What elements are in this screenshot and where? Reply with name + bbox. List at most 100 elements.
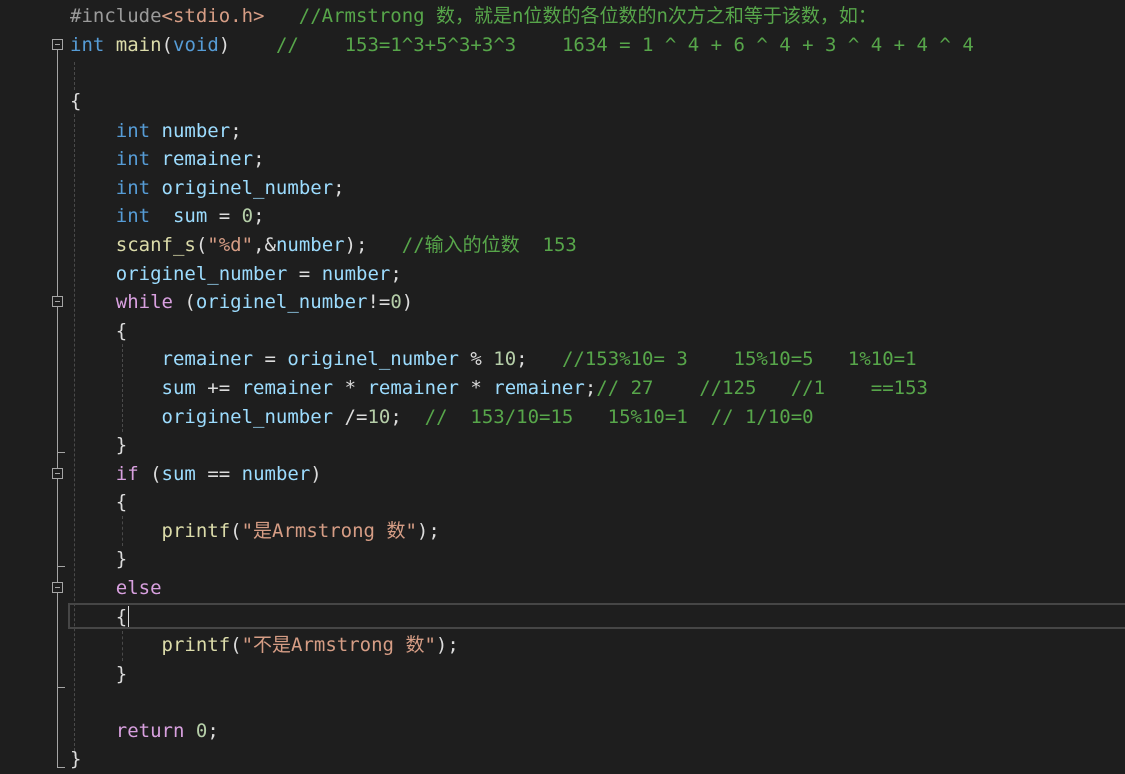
code-line[interactable]: remainer = originel_number % 10; //153%1…: [70, 345, 917, 373]
code-token: );: [344, 234, 402, 256]
code-token: (: [161, 34, 173, 56]
code-line[interactable]: sum += remainer * remainer * remainer;//…: [70, 374, 928, 402]
code-token: originel_number: [161, 406, 334, 428]
text-caret: [128, 606, 129, 627]
code-editor[interactable]: #include<stdio.h> //Armstrong 数，就是n位数的各位…: [0, 0, 1125, 774]
code-token: {: [70, 90, 82, 112]
code-token: //153%10= 3 15%10=5 1%10=1: [561, 348, 917, 370]
code-line[interactable]: }: [70, 545, 127, 573]
code-token: int: [115, 177, 151, 199]
code-token: ;: [516, 348, 562, 370]
code-token: remainer: [367, 377, 459, 399]
current-line-highlight: [68, 603, 1125, 629]
code-line[interactable]: originel_number = number;: [70, 260, 402, 288]
code-token: void: [173, 34, 219, 56]
code-token: int: [115, 205, 151, 227]
collapse-main-icon[interactable]: [52, 39, 63, 50]
fold-end-marker: [57, 452, 65, 453]
code-line[interactable]: {: [70, 317, 127, 345]
code-line[interactable]: originel_number /=10; // 153/10=15 15%10…: [70, 403, 814, 431]
code-line[interactable]: return 0;: [70, 717, 219, 745]
code-line[interactable]: }: [70, 431, 127, 459]
code-token: (: [195, 234, 208, 256]
fold-line-main: [57, 593, 58, 767]
code-token: // 153=1^3+5^3+3^3 1634 = 1 ^ 4 + 6 ^ 4 …: [230, 34, 974, 56]
code-line[interactable]: }: [70, 660, 127, 688]
collapse-else-icon[interactable]: [52, 582, 63, 593]
fold-end-marker: [57, 767, 65, 768]
code-line[interactable]: #include<stdio.h> //Armstrong 数，就是n位数的各位…: [70, 2, 877, 30]
code-token: ;: [253, 148, 265, 170]
code-token: =: [287, 263, 322, 285]
code-token: // 27 //125 //1 ==153: [596, 377, 928, 399]
code-token: remainer: [161, 348, 254, 370]
code-token: *: [458, 377, 494, 399]
code-token: "是Armstrong 数": [241, 520, 417, 542]
code-token: int: [115, 148, 151, 170]
code-token: /=: [333, 406, 368, 428]
code-line[interactable]: scanf_s("%d",&number); //输入的位数 153: [70, 231, 577, 259]
code-line[interactable]: int sum = 0;: [70, 202, 265, 230]
code-line[interactable]: int originel_number;: [70, 174, 345, 202]
code-token: (: [230, 634, 242, 656]
code-token: sum: [172, 205, 208, 227]
code-token: ): [401, 291, 414, 313]
code-token: ;: [390, 406, 425, 428]
code-token: {: [70, 320, 128, 342]
code-token: else: [115, 577, 162, 599]
code-token: (: [138, 463, 162, 485]
collapse-if-icon[interactable]: [52, 468, 63, 479]
code-line[interactable]: {: [70, 603, 127, 631]
code-line[interactable]: printf("不是Armstrong 数");: [70, 631, 459, 659]
code-line[interactable]: {: [70, 488, 127, 516]
fold-end-marker: [57, 566, 65, 567]
code-token: );: [435, 634, 459, 656]
code-line[interactable]: {: [70, 87, 81, 115]
code-token: ): [310, 463, 322, 485]
code-token: while: [115, 291, 173, 313]
code-token: printf: [161, 634, 231, 656]
code-token: ;: [584, 377, 597, 399]
code-token: ;: [207, 720, 219, 742]
code-token: remainer: [493, 377, 585, 399]
code-line[interactable]: while (originel_number!=0): [70, 288, 413, 316]
code-token: ;: [230, 120, 242, 142]
collapse-while-icon[interactable]: [52, 296, 63, 307]
code-token: remainer: [241, 377, 334, 399]
code-token: <stdio.h>: [161, 5, 265, 27]
code-line[interactable]: int remainer;: [70, 145, 265, 173]
code-token: //输入的位数 153: [401, 234, 577, 256]
code-token: originel_number: [287, 348, 459, 370]
code-line[interactable]: }: [70, 745, 81, 773]
code-token: }: [70, 663, 128, 685]
code-token: +=: [195, 377, 242, 399]
code-token: int: [115, 120, 151, 142]
code-token: originel_number: [161, 177, 334, 199]
code-token: }: [70, 434, 128, 456]
code-line[interactable]: else: [70, 574, 162, 602]
code-token: remainer: [161, 148, 254, 170]
code-token: {: [70, 491, 128, 513]
code-line[interactable]: if (sum == number): [70, 460, 322, 488]
code-line[interactable]: printf("是Armstrong 数");: [70, 517, 440, 545]
code-token: 10: [367, 406, 391, 428]
code-token: !=: [367, 291, 391, 313]
code-line[interactable]: int main(void) // 153=1^3+5^3+3^3 1634 =…: [70, 31, 974, 59]
code-line[interactable]: int number;: [70, 117, 242, 145]
code-token: // 153/10=15 15%10=1 // 1/10=0: [424, 406, 814, 428]
code-token: "%d": [207, 234, 254, 256]
code-token: {: [70, 606, 128, 628]
